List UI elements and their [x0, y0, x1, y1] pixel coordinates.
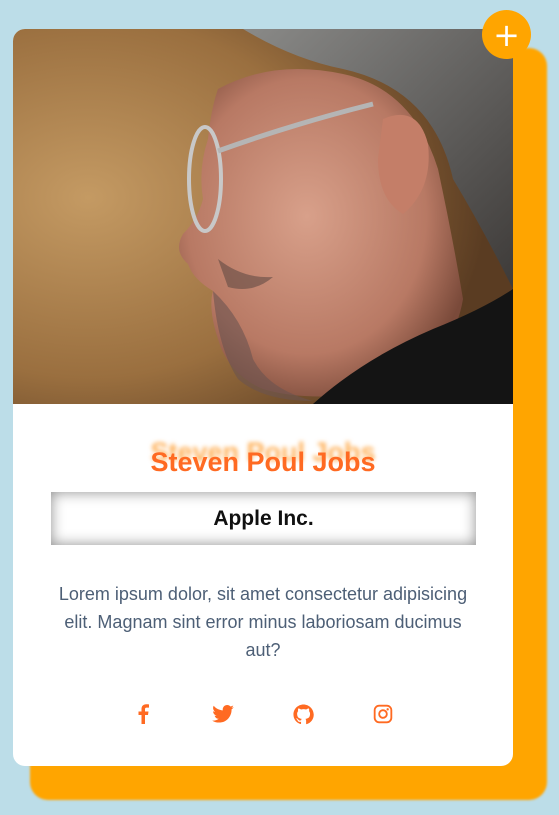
add-button[interactable]: + — [482, 10, 531, 59]
company-box: Apple Inc. — [51, 492, 476, 545]
profile-card: Steven Poul Jobs Apple Inc. Lorem ipsum … — [13, 29, 513, 766]
github-icon — [292, 703, 314, 724]
company-name: Apple Inc. — [213, 506, 314, 530]
profile-photo — [13, 29, 513, 404]
social-links — [13, 699, 513, 729]
instagram-link[interactable] — [368, 699, 398, 729]
twitter-link[interactable] — [208, 699, 238, 729]
profile-bio: Lorem ipsum dolor, sit amet consectetur … — [58, 584, 468, 660]
github-link[interactable] — [288, 699, 318, 729]
profile-name: Steven Poul Jobs — [150, 447, 376, 477]
facebook-icon — [138, 704, 149, 724]
facebook-link[interactable] — [128, 699, 158, 729]
twitter-icon — [212, 705, 234, 723]
instagram-icon — [373, 704, 393, 724]
